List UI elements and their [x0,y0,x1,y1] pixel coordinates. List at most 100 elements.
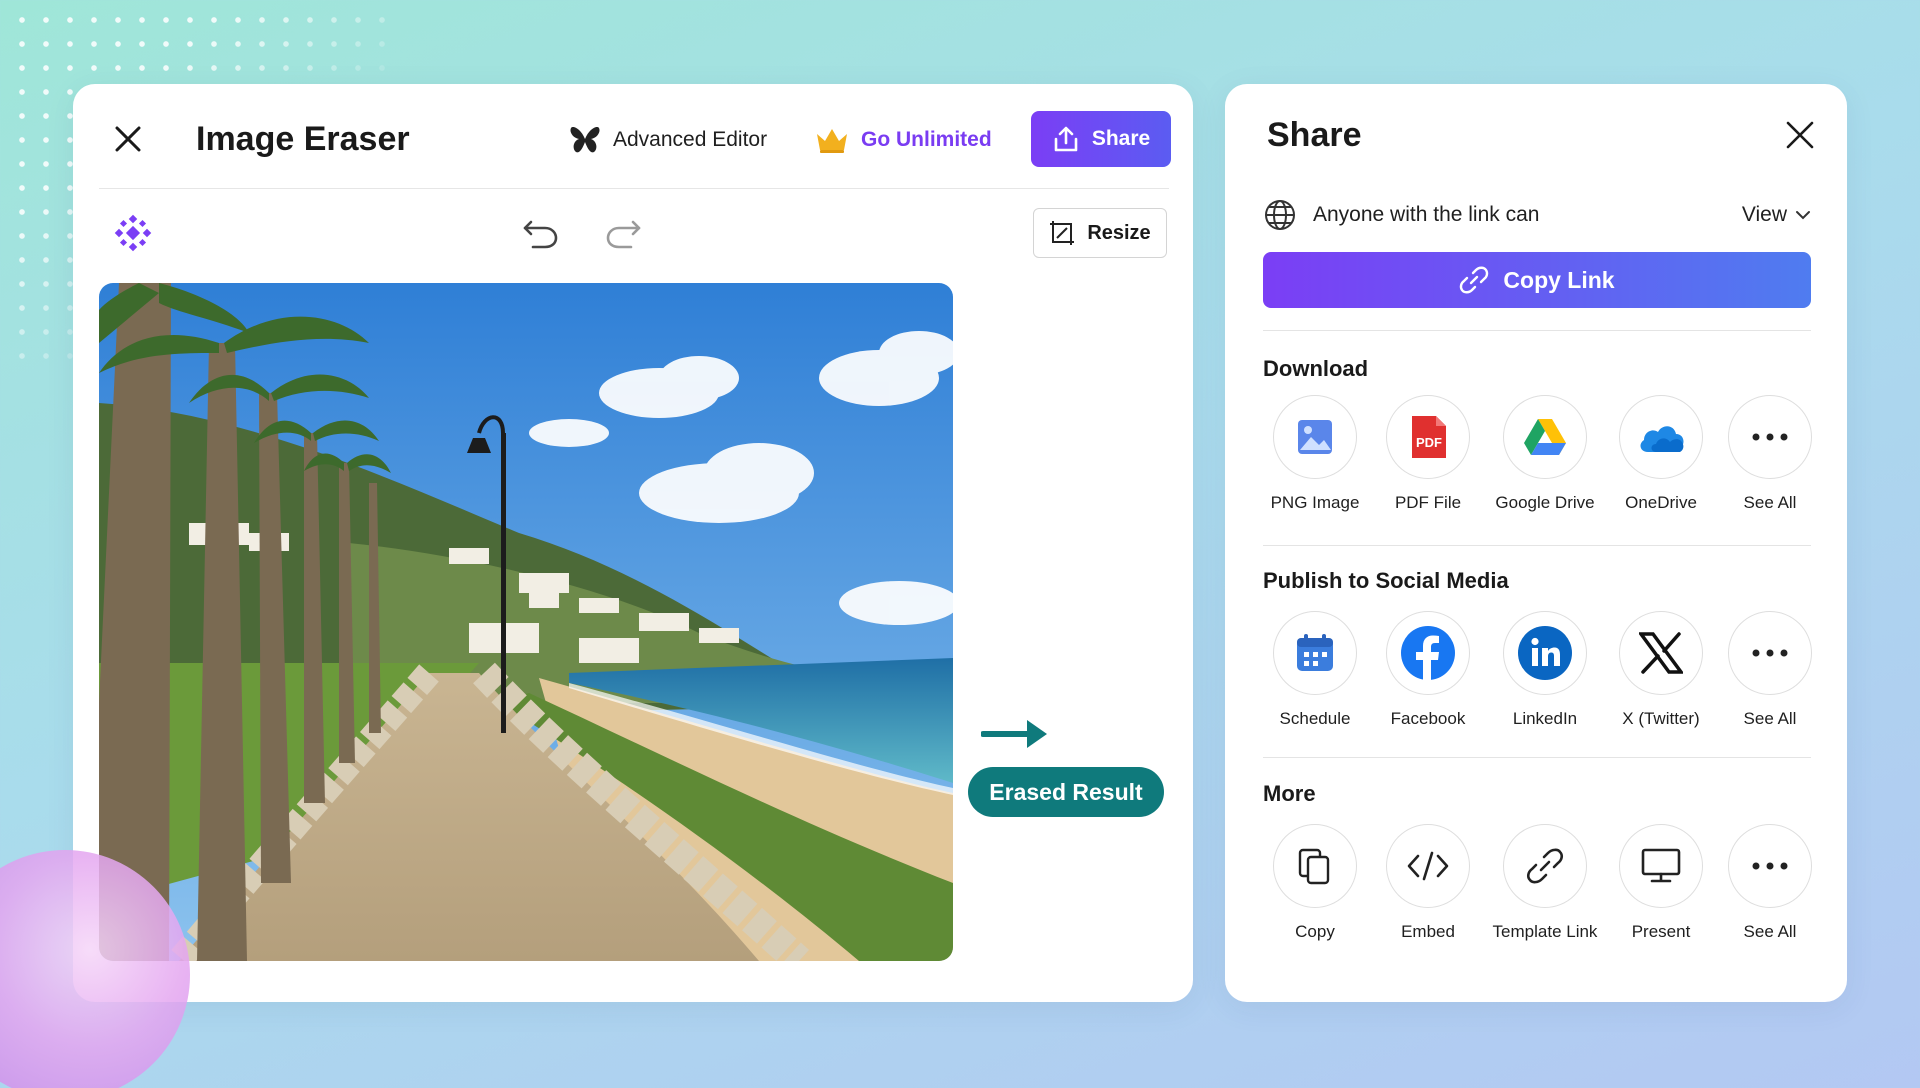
download-see-all-option[interactable]: See All [1712,395,1828,513]
social-see-all-label: See All [1743,709,1797,728]
advanced-editor-label: Advanced Editor [613,128,768,151]
section-divider [1263,330,1811,331]
schedule-option[interactable]: Schedule [1257,611,1373,729]
pdf-file-circle: PDF [1386,395,1470,479]
onedrive-option[interactable]: OneDrive [1603,395,1719,513]
linkedin-circle [1503,611,1587,695]
magic-sparkle-icon[interactable] [113,213,153,253]
link-access-row: Anyone with the link can View [1263,196,1811,234]
access-permission-value: View [1741,203,1787,226]
google-drive-option[interactable]: Google Drive [1487,395,1603,513]
copy-circle [1273,824,1357,908]
present-circle [1619,824,1703,908]
arrow-right-icon [981,720,1047,748]
embed-label: Embed [1401,922,1455,941]
more-icon [1752,649,1788,657]
present-label: Present [1631,922,1691,941]
onedrive-label: OneDrive [1625,493,1697,512]
editor-title: Image Eraser [196,120,410,158]
link-icon [1526,848,1564,884]
download-section-title: Download [1263,356,1369,381]
access-description: Anyone with the link can [1313,203,1540,226]
embed-circle [1386,824,1470,908]
social-section-title: Publish to Social Media [1263,568,1509,593]
go-unlimited-button[interactable]: Go Unlimited [815,124,992,156]
close-icon[interactable] [1783,118,1817,152]
share-button-label: Share [1091,127,1151,150]
go-unlimited-label: Go Unlimited [861,128,992,151]
copy-icon [1298,848,1330,885]
pdf-icon: PDF [1412,416,1446,458]
resize-button[interactable]: Resize [1033,208,1167,258]
share-panel: Share Anyone with the link can View Copy… [1225,84,1847,1002]
social-options-row: Schedule Facebook LinkedIn X (Twitter) S… [1257,611,1817,731]
x-twitter-icon [1639,632,1683,674]
close-editor-button[interactable] [111,122,145,156]
present-option[interactable]: Present [1603,824,1719,942]
social-see-all-circle [1728,611,1812,695]
copy-link-button[interactable]: Copy Link [1263,252,1811,308]
globe-icon [1265,200,1295,230]
png-image-circle [1273,395,1357,479]
linkedin-icon [1518,626,1572,680]
access-permission-select[interactable]: View [1742,203,1811,227]
image-eraser-editor: Image Eraser Advanced Editor Go Unlimite… [73,84,1193,1002]
resize-icon [1050,221,1075,245]
google-drive-label: Google Drive [1495,493,1595,512]
facebook-label: Facebook [1390,709,1466,728]
crown-icon [817,129,847,153]
x-twitter-circle [1619,611,1703,695]
resize-label: Resize [1087,221,1151,244]
editor-header: Image Eraser Advanced Editor Go Unlimite… [73,84,1193,188]
monitor-icon [1641,848,1681,883]
chevron-down-icon [1796,211,1810,220]
copy-option[interactable]: Copy [1257,824,1373,942]
png-image-option[interactable]: PNG Image [1257,395,1373,513]
calendar-icon [1297,634,1333,671]
image-icon [1298,420,1332,454]
close-icon [115,126,141,152]
link-icon [1460,266,1489,294]
x-twitter-label: X (Twitter) [1622,709,1700,728]
upload-icon [1054,126,1078,152]
share-panel-title: Share [1267,116,1362,154]
more-section-title: More [1263,781,1316,806]
advanced-editor-button[interactable]: Advanced Editor [569,124,767,156]
google-drive-icon [1524,419,1566,455]
schedule-label: Schedule [1279,709,1351,728]
onedrive-circle [1619,395,1703,479]
header-divider [99,188,1169,189]
facebook-option[interactable]: Facebook [1370,611,1486,729]
facebook-circle [1386,611,1470,695]
embed-option[interactable]: Embed [1370,824,1486,942]
template-link-label: Template Link [1492,922,1598,941]
google-drive-circle [1503,395,1587,479]
beach-promenade-photo [99,283,953,961]
download-options-row: PNG Image PDF PDF File Google Drive OneD… [1257,395,1817,515]
pdf-file-option[interactable]: PDF PDF File [1370,395,1486,513]
x-twitter-option[interactable]: X (Twitter) [1603,611,1719,729]
more-see-all-label: See All [1743,922,1797,941]
linkedin-option[interactable]: LinkedIn [1487,611,1603,729]
copy-link-label: Copy Link [1503,266,1615,293]
code-icon [1407,851,1449,881]
template-link-option[interactable]: Template Link [1487,824,1603,942]
onedrive-icon [1640,426,1684,452]
more-icon [1752,433,1788,441]
svg-text:PDF: PDF [1416,435,1442,450]
social-see-all-option[interactable]: See All [1712,611,1828,729]
redo-icon[interactable] [605,216,643,250]
undo-icon[interactable] [521,216,559,250]
schedule-circle [1273,611,1357,695]
template-link-circle [1503,824,1587,908]
png-image-label: PNG Image [1270,493,1360,512]
more-options-row: Copy Embed Template Link Present See All [1257,824,1817,944]
more-see-all-option[interactable]: See All [1712,824,1828,942]
pdf-file-label: PDF File [1394,493,1462,512]
download-see-all-circle [1728,395,1812,479]
section-divider [1263,545,1811,546]
more-see-all-circle [1728,824,1812,908]
share-button[interactable]: Share [1031,111,1171,167]
download-see-all-label: See All [1743,493,1797,512]
linkedin-label: LinkedIn [1512,709,1578,728]
